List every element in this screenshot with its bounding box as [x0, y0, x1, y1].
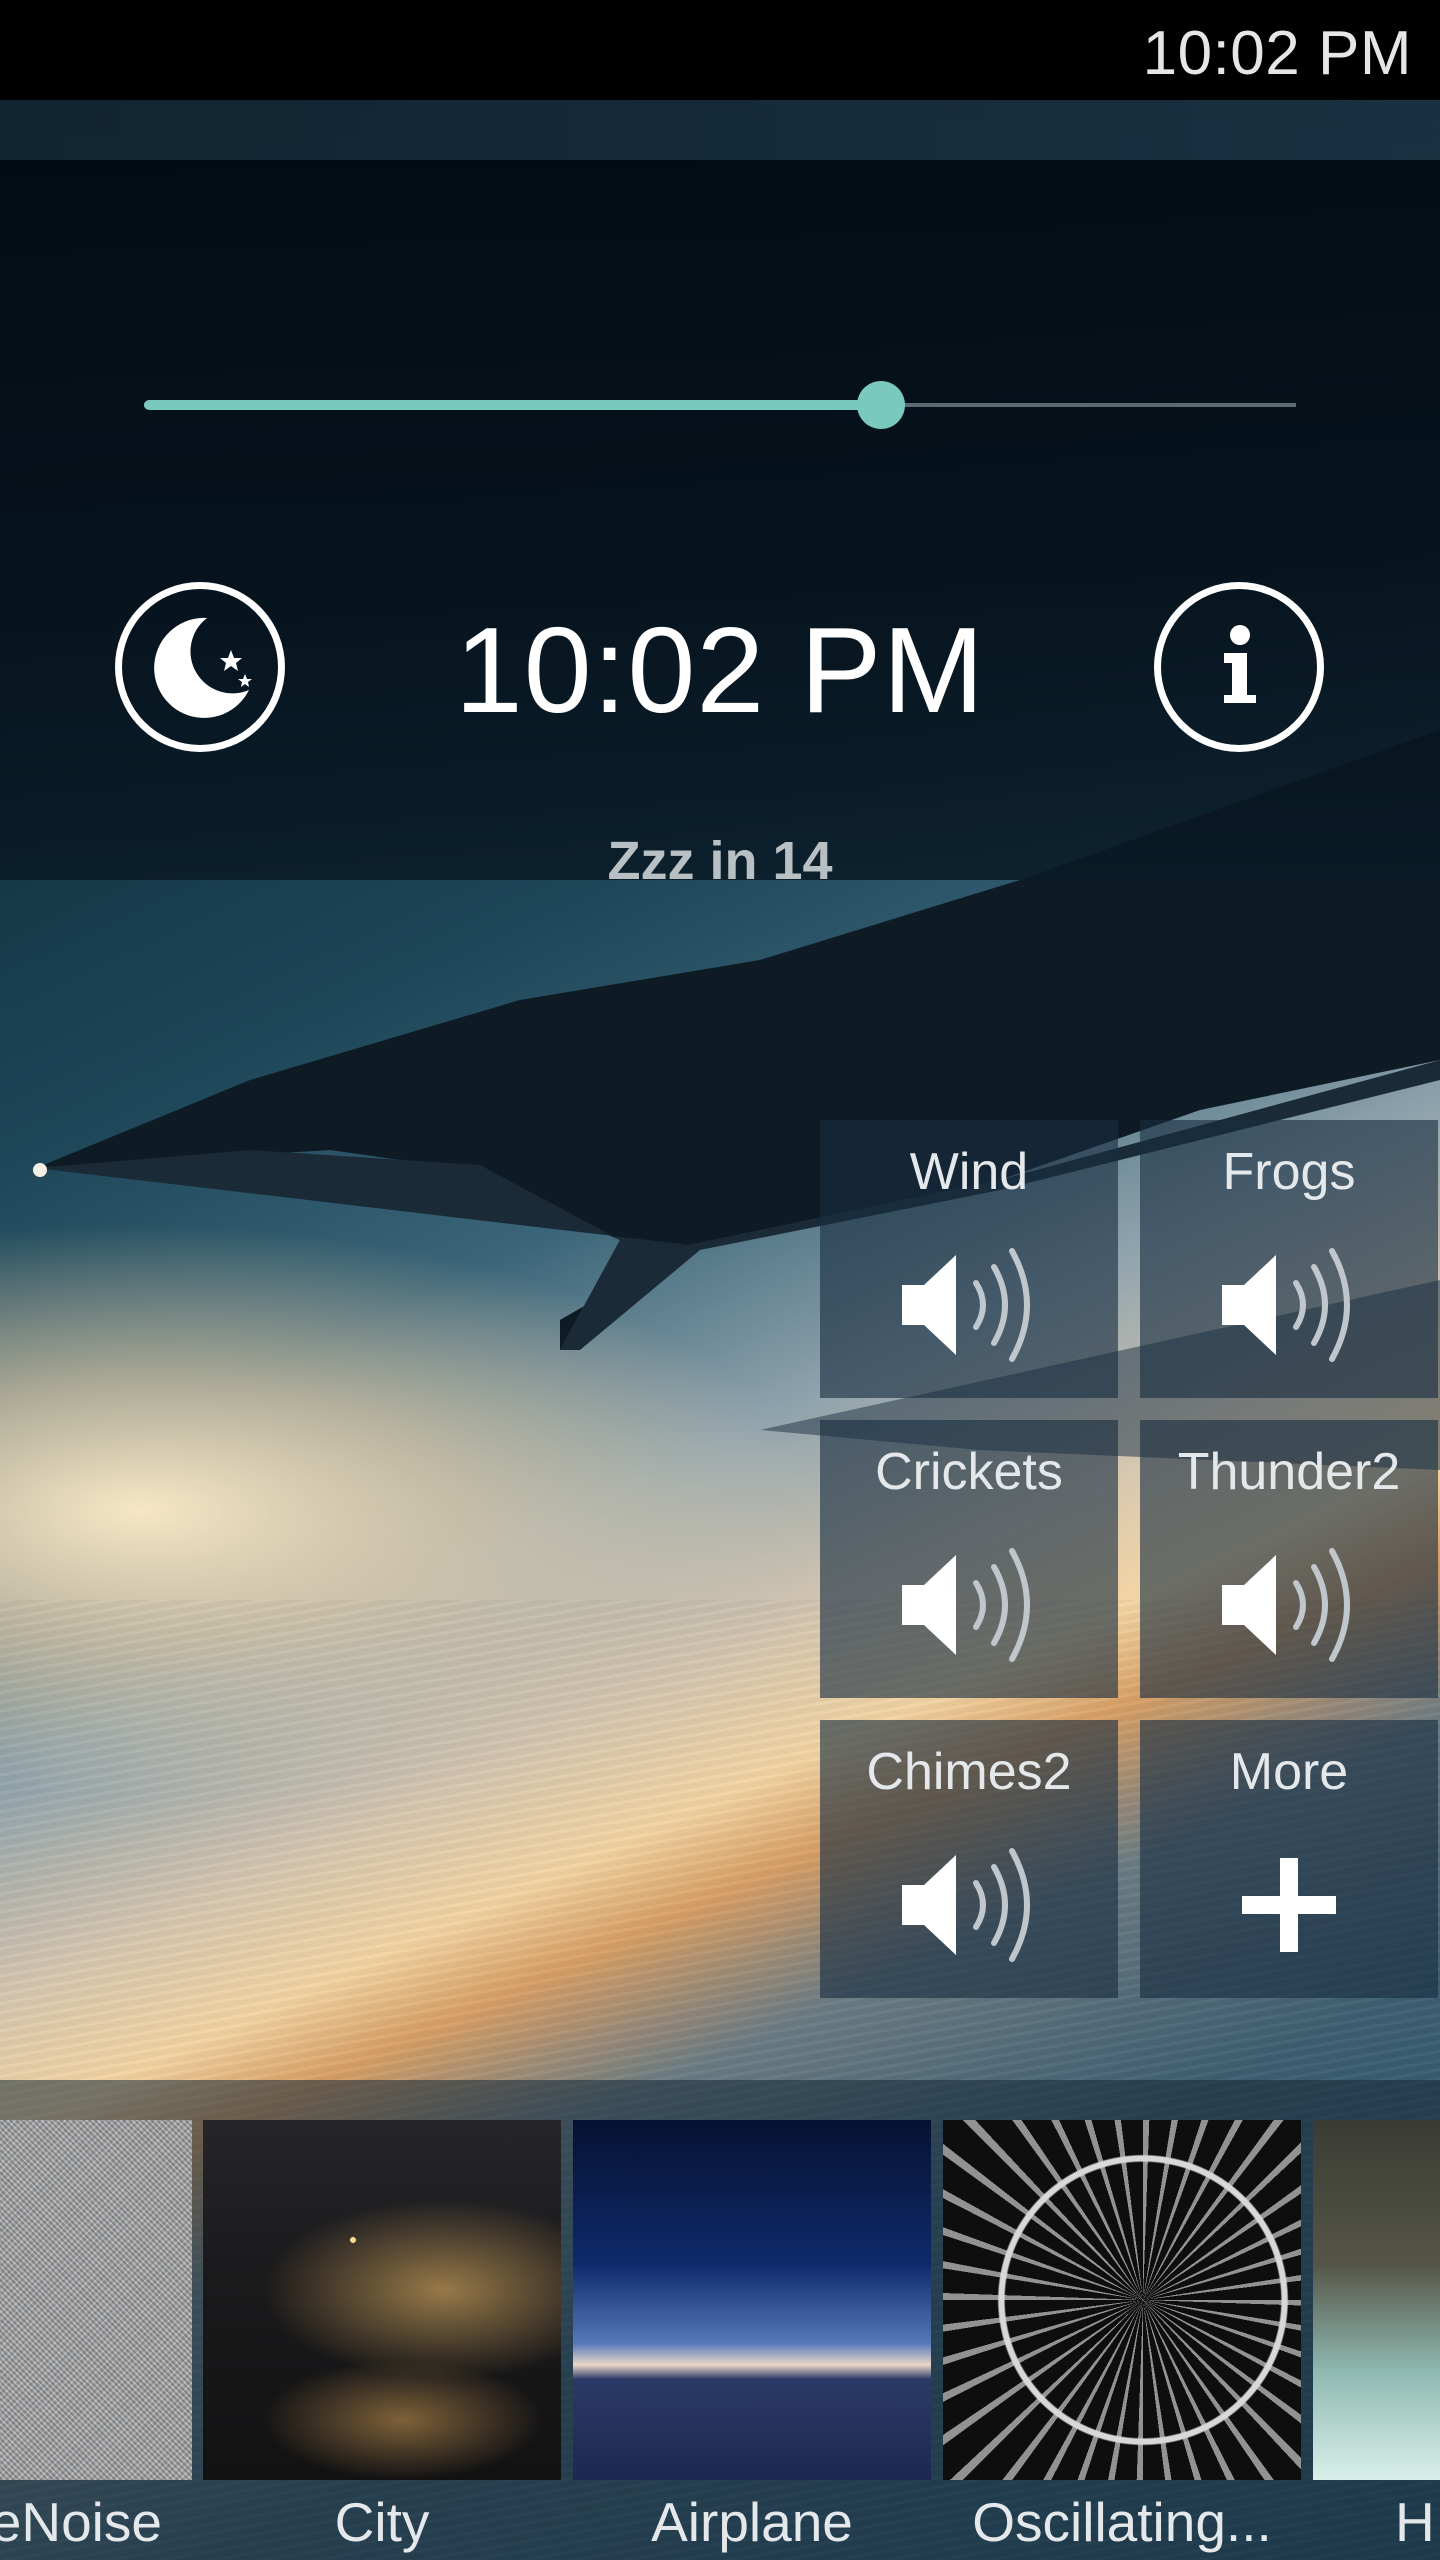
next-sound-thumbnail[interactable] — [1313, 2120, 1440, 2480]
tile-label: Chimes2 — [866, 1743, 1072, 1801]
status-bar: 10:02 PM — [0, 0, 1440, 100]
volume-slider[interactable] — [144, 380, 1296, 430]
speaker-icon — [889, 1530, 1049, 1680]
white-noise-thumbnail[interactable] — [0, 2120, 192, 2480]
tile-label: Frogs — [1222, 1143, 1356, 1201]
plus-icon — [1209, 1830, 1369, 1980]
sound-tile[interactable]: Chimes2 — [820, 1720, 1118, 1998]
tile-label: Wind — [909, 1143, 1029, 1201]
speaker-icon — [1209, 1230, 1369, 1380]
slider-fill — [144, 400, 882, 410]
sound-tile[interactable]: Thunder2 — [1140, 1420, 1438, 1698]
sound-tile[interactable]: Crickets — [820, 1420, 1118, 1698]
info-icon — [1224, 625, 1256, 703]
slider-thumb[interactable] — [857, 381, 906, 429]
info-button[interactable] — [1154, 582, 1324, 752]
city-thumbnail[interactable] — [203, 2120, 561, 2480]
sleep-countdown: Zzz in 14 — [607, 831, 833, 891]
sleep-timer-button[interactable] — [115, 582, 285, 752]
oscillating-fan-thumbnail[interactable] — [943, 2120, 1301, 2480]
moon-icon — [154, 617, 252, 718]
carousel-item-label[interactable]: Oscillating... — [943, 2490, 1301, 2560]
airplane-thumbnail[interactable] — [573, 2120, 931, 2480]
carousel-item-label[interactable]: Airplane — [573, 2490, 931, 2560]
sound-tile[interactable]: Wind — [820, 1120, 1118, 1398]
carousel-item-label[interactable]: City — [203, 2490, 561, 2560]
speaker-icon — [889, 1830, 1049, 1980]
app-screen: 10:02 PM 10:02 PM Zzz in 14 Wind Frogs C… — [0, 0, 1440, 2560]
carousel-item-label[interactable]: eNoise — [0, 2490, 192, 2560]
tile-label: More — [1229, 1743, 1349, 1801]
speaker-icon — [889, 1230, 1049, 1380]
speaker-icon — [1209, 1530, 1369, 1680]
status-clock: 10:02 PM — [1142, 19, 1412, 88]
more-sounds-tile[interactable]: More — [1140, 1720, 1438, 1998]
panel-top-strip — [0, 100, 1440, 160]
tile-label: Thunder2 — [1177, 1443, 1401, 1501]
control-panel: 10:02 PM Zzz in 14 — [0, 100, 1440, 891]
sound-tile[interactable]: Frogs — [1140, 1120, 1438, 1398]
current-time: 10:02 PM — [454, 602, 986, 738]
carousel-item-label[interactable]: H — [1313, 2490, 1440, 2560]
tile-label: Crickets — [875, 1443, 1063, 1501]
